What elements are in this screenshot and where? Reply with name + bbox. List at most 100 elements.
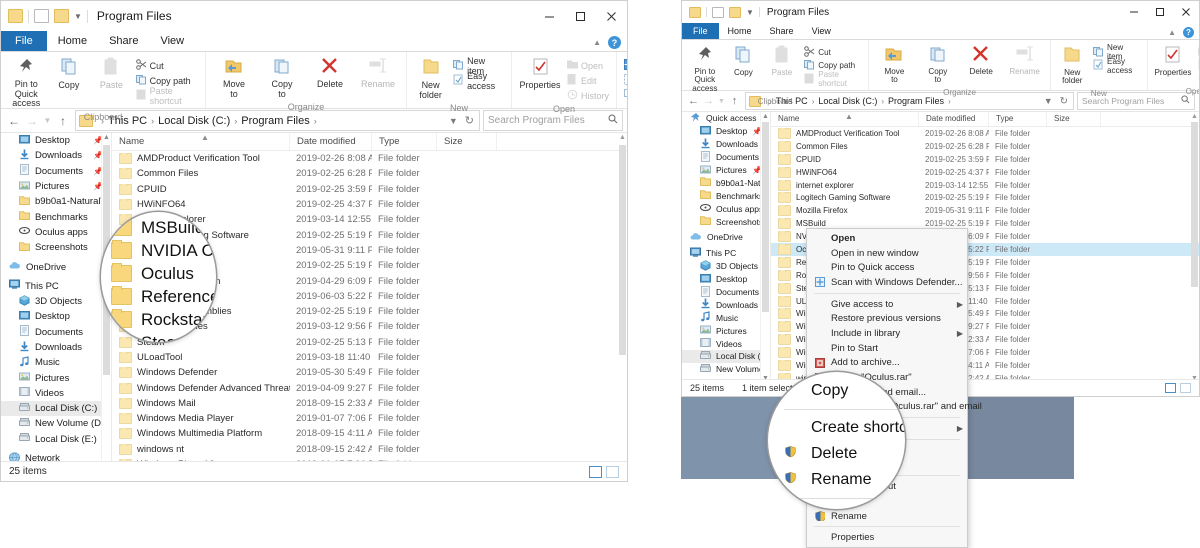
sidebar-item-quick-access[interactable]: Quick access: [682, 112, 770, 125]
tab-file[interactable]: File: [1, 31, 47, 51]
ribbon-button-cut[interactable]: Cut: [801, 46, 864, 60]
search-input[interactable]: Search Program Files: [488, 115, 585, 126]
tab-share[interactable]: Share: [761, 23, 803, 39]
table-row[interactable]: HWiNFO642019-02-25 4:37 PMFile folder: [112, 197, 627, 212]
collapse-ribbon-icon[interactable]: ▲: [593, 38, 601, 47]
new-folder-qat-icon[interactable]: [54, 9, 69, 23]
minimize-button[interactable]: [534, 1, 565, 31]
scroll-up-icon[interactable]: ▲: [102, 133, 111, 143]
chevron-down-icon[interactable]: ▼: [746, 8, 754, 17]
details-view-icon[interactable]: [1165, 383, 1176, 393]
table-row[interactable]: Windows Defender Advanced Threat Pro...2…: [112, 380, 627, 395]
sidebar-item-oculus-apps[interactable]: Oculus apps: [1, 225, 111, 240]
breadcrumb-2[interactable]: Program Files: [241, 115, 309, 127]
sidebar-item-onedrive[interactable]: OneDrive: [1, 259, 111, 274]
navigation-pane-right[interactable]: Quick accessDesktop📌Downloads📌Documents📌…: [682, 112, 771, 384]
scroll-up-icon[interactable]: ▲: [761, 112, 770, 122]
sidebar-item-benchmarks[interactable]: Benchmarks: [682, 189, 770, 202]
tab-view[interactable]: View: [149, 31, 195, 51]
sidebar-item-pictures[interactable]: Pictures: [682, 324, 770, 337]
address-dropdown-icon[interactable]: ▼: [449, 116, 458, 126]
table-row[interactable]: AMDProduct Verification Tool2019-02-26 8…: [112, 151, 627, 166]
table-row[interactable]: internet explorer2019-03-14 12:55 ...Fil…: [771, 179, 1199, 192]
sidebar-item-screenshots[interactable]: Screenshots: [682, 215, 770, 228]
ribbon-button-paste[interactable]: Paste: [763, 43, 802, 80]
ribbon-button-select-none[interactable]: Select none: [621, 73, 628, 88]
ribbon-button-properties[interactable]: Properties: [516, 55, 564, 93]
sidebar-item-downloads[interactable]: Downloads📌: [682, 138, 770, 151]
ribbon-button-invert-selection[interactable]: Invert selection: [621, 88, 628, 103]
ribbon-button-move-to[interactable]: Moveto: [210, 55, 258, 101]
ribbon-button-copy[interactable]: Copy: [48, 55, 91, 93]
sidebar-item-desktop[interactable]: Desktop📌: [682, 125, 770, 138]
ribbon-button-move-to[interactable]: Moveto: [873, 43, 916, 87]
column-header-type[interactable]: Type: [372, 133, 437, 150]
chevron-down-icon[interactable]: ▼: [74, 12, 82, 21]
table-row[interactable]: CPUID2019-02-25 3:59 PMFile folder: [112, 182, 627, 197]
ribbon-button-copy-to[interactable]: Copyto: [258, 55, 306, 101]
sidebar-item-pictures[interactable]: Pictures📌: [682, 164, 770, 177]
sidebar-item-benchmarks[interactable]: Benchmarks: [1, 209, 111, 224]
column-header-type[interactable]: Type: [989, 112, 1047, 126]
ribbon-button-properties[interactable]: Properties: [1151, 43, 1194, 80]
sidebar-item-documents[interactable]: Documents: [1, 325, 111, 340]
ribbon-button-pin-to-quick-access[interactable]: Pin to Quickaccess: [5, 55, 48, 111]
tab-view[interactable]: View: [803, 23, 840, 39]
column-header-date-modified[interactable]: Date modified: [919, 112, 989, 126]
table-row[interactable]: windows nt2018-09-15 2:42 AMFile folder: [112, 442, 627, 457]
sidebar-item-desktop[interactable]: Desktop: [682, 273, 770, 286]
table-row[interactable]: CPUID2019-02-25 3:59 PMFile folder: [771, 153, 1199, 166]
collapse-ribbon-icon[interactable]: ▲: [1168, 28, 1176, 37]
scroll-up-icon[interactable]: ▲: [1190, 112, 1199, 122]
refresh-icon[interactable]: ↻: [465, 114, 474, 127]
ribbon-button-copy-to[interactable]: Copyto: [916, 43, 959, 87]
ribbon-button-new-folder[interactable]: Newfolder: [411, 55, 450, 102]
sidebar-item-downloads[interactable]: Downloads📌: [1, 148, 111, 163]
large-icons-view-icon[interactable]: [1180, 383, 1191, 393]
sidebar-item-music[interactable]: Music: [682, 311, 770, 324]
table-row[interactable]: Windows Multimedia Platform2018-09-15 4:…: [112, 426, 627, 441]
close-button[interactable]: [1173, 1, 1199, 23]
ribbon-button-pin-to-quick-access[interactable]: Pin to Quickaccess: [686, 43, 725, 96]
sidebar-item-this-pc[interactable]: This PC: [682, 247, 770, 260]
tab-home[interactable]: Home: [47, 31, 98, 51]
large-icons-view-icon[interactable]: [606, 466, 619, 478]
sidebar-item-local-disk-e[interactable]: Local Disk (E:): [1, 432, 111, 447]
ribbon-button-paste-shortcut[interactable]: PPaste shortcut: [801, 73, 864, 87]
maximize-button[interactable]: [565, 1, 596, 31]
properties-qat-icon[interactable]: [712, 7, 724, 18]
table-row[interactable]: Common Files2019-02-25 6:28 PMFile folde…: [112, 166, 627, 181]
sidebar-item-music[interactable]: Music: [1, 355, 111, 370]
ribbon-button-easy-access[interactable]: Easy access: [1090, 59, 1143, 73]
scroll-up-icon[interactable]: ▲: [618, 133, 627, 143]
ribbon-button-delete[interactable]: Delete: [306, 55, 354, 92]
sidebar-item-videos[interactable]: Videos: [1, 386, 111, 401]
ribbon-button-open[interactable]: Open: [1195, 46, 1200, 60]
ribbon-button-open[interactable]: Open: [564, 58, 612, 73]
ribbon-button-edit[interactable]: Edit: [564, 73, 612, 88]
sidebar-item-desktop[interactable]: Desktop: [1, 309, 111, 324]
nav-scrollbar[interactable]: ▲▼: [760, 112, 770, 384]
sidebar-item-local-disk-c[interactable]: Local Disk (C:): [682, 350, 770, 363]
ribbon-button-history[interactable]: History: [564, 88, 612, 103]
help-icon[interactable]: ?: [608, 36, 621, 49]
maximize-button[interactable]: [1147, 1, 1173, 23]
table-row[interactable]: Windows Mail2018-09-15 2:33 AMFile folde…: [112, 396, 627, 411]
menu-item-pin-to-start[interactable]: Pin to Start: [807, 341, 967, 356]
ribbon-button-easy-access[interactable]: Easy access: [450, 73, 507, 88]
sidebar-item-new-volume-d[interactable]: New Volume (D:: [682, 363, 770, 376]
menu-item-properties[interactable]: Properties: [807, 530, 967, 545]
table-row[interactable]: Mozilla Firefox2019-05-31 9:11 PMFile fo…: [771, 204, 1199, 217]
table-row[interactable]: Common Files2019-02-25 6:28 PMFile folde…: [771, 140, 1199, 153]
menu-item-open-in-new-window[interactable]: Open in new window: [807, 246, 967, 261]
properties-qat-icon[interactable]: [34, 9, 49, 23]
menu-item-add-to-archive[interactable]: Add to archive...: [807, 356, 967, 371]
sidebar-item-3d-objects[interactable]: 3D Objects: [682, 260, 770, 273]
tab-share[interactable]: Share: [98, 31, 149, 51]
sidebar-item-videos[interactable]: Videos: [682, 337, 770, 350]
quick-access-toolbar-right[interactable]: ▼: [682, 7, 760, 18]
ribbon-button-rename[interactable]: Rename: [354, 55, 402, 92]
table-row[interactable]: AMDProduct Verification Tool2019-02-26 8…: [771, 127, 1199, 140]
table-row[interactable]: Windows Media Player2019-01-07 7:06 PMFi…: [112, 411, 627, 426]
sidebar-item-local-disk-c[interactable]: Local Disk (C:): [1, 401, 111, 416]
